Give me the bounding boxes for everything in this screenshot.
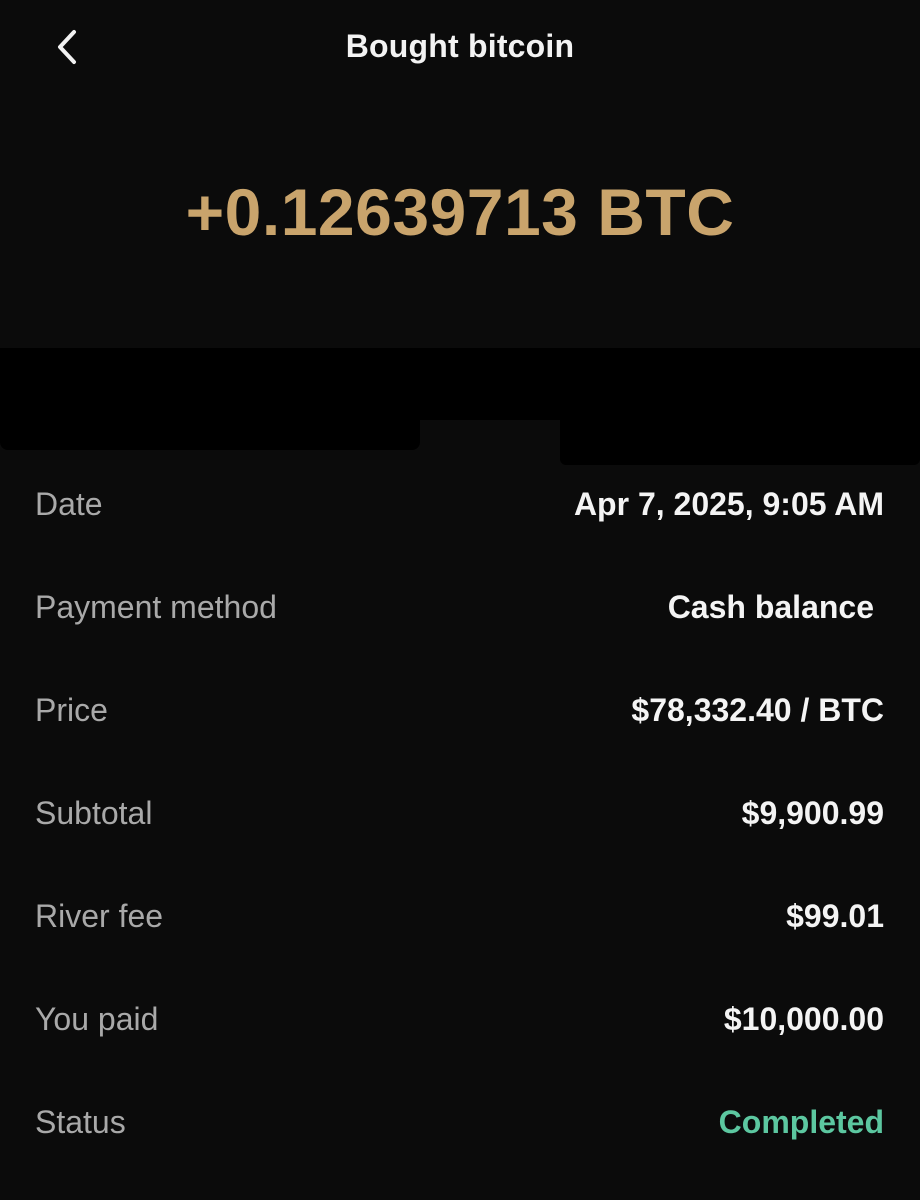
detail-row-payment-method: Payment method Cash balance: [0, 558, 920, 661]
transaction-details: Date Apr 7, 2025, 9:05 AM Payment method…: [0, 455, 920, 1176]
detail-value: Apr 7, 2025, 9:05 AM: [573, 486, 884, 522]
detail-row-date: Date Apr 7, 2025, 9:05 AM: [0, 455, 920, 558]
detail-label: You paid: [35, 1001, 159, 1037]
detail-value: $99.01: [786, 898, 884, 934]
detail-label: River fee: [35, 898, 164, 934]
detail-label: Price: [35, 692, 108, 728]
top-bar: Bought bitcoin: [0, 0, 920, 96]
page-title: Bought bitcoin: [345, 28, 575, 64]
detail-label: Status: [35, 1104, 126, 1140]
redacted-area: [0, 340, 920, 470]
detail-label: Payment method: [35, 589, 277, 625]
status-value: Completed: [718, 1104, 884, 1140]
detail-value: $78,332.40 / BTC: [631, 692, 884, 728]
detail-row-you-paid: You paid $10,000.00: [0, 970, 920, 1073]
detail-row-river-fee: River fee $99.01: [0, 867, 920, 970]
detail-row-status: Status Completed: [0, 1073, 920, 1176]
detail-row-subtotal: Subtotal $9,900.99: [0, 764, 920, 867]
detail-value: $9,900.99: [741, 795, 884, 831]
btc-amount: +0.12639713 BTC: [185, 175, 735, 249]
detail-value: $10,000.00: [723, 1001, 884, 1037]
detail-label: Subtotal: [35, 795, 153, 831]
detail-row-price: Price $78,332.40 / BTC: [0, 661, 920, 764]
detail-label: Date: [35, 486, 103, 522]
detail-value: Cash balance: [667, 589, 874, 625]
